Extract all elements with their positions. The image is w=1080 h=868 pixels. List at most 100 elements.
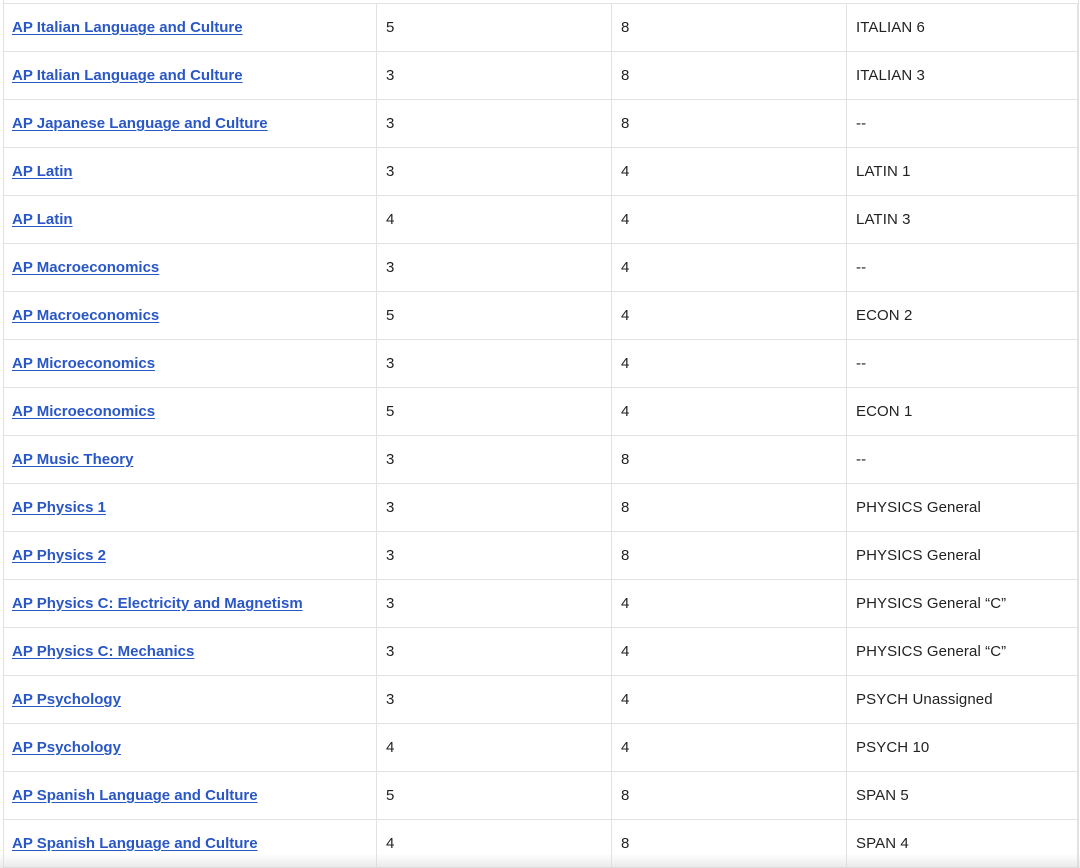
score-value: 3 bbox=[386, 595, 395, 612]
exam-link[interactable]: AP Japanese Language and Culture bbox=[12, 115, 268, 132]
table-row: AP Physics C: Mechanics 3 4 PHYSICS Gene… bbox=[3, 627, 1078, 676]
table-row: AP Microeconomics 3 4 -- bbox=[3, 339, 1078, 388]
exam-link[interactable]: AP Physics C: Mechanics bbox=[12, 643, 194, 660]
equivalent-value: -- bbox=[856, 259, 867, 276]
equivalent-cell: -- bbox=[846, 243, 1078, 292]
equivalent-value: -- bbox=[856, 355, 867, 372]
units-value: 4 bbox=[621, 163, 630, 180]
exam-cell: AP Spanish Language and Culture bbox=[3, 771, 377, 820]
score-cell: 3 bbox=[376, 99, 612, 148]
exam-cell: AP Latin bbox=[3, 195, 377, 244]
exam-cell: AP Latin bbox=[3, 147, 377, 196]
equivalent-cell: PHYSICS General “C” bbox=[846, 627, 1078, 676]
exam-cell: AP Physics C: Mechanics bbox=[3, 627, 377, 676]
exam-cell: AP Physics C: Electricity and Magnetism bbox=[3, 579, 377, 628]
units-cell: 8 bbox=[611, 771, 847, 820]
score-cell: 3 bbox=[376, 435, 612, 484]
exam-link[interactable]: AP Physics 2 bbox=[12, 547, 106, 564]
exam-link[interactable]: AP Microeconomics bbox=[12, 355, 155, 372]
score-cell: 3 bbox=[376, 51, 612, 100]
equivalent-cell: ITALIAN 3 bbox=[846, 51, 1078, 100]
score-value: 3 bbox=[386, 451, 395, 468]
exam-cell: AP Japanese Language and Culture bbox=[3, 99, 377, 148]
units-cell: 4 bbox=[611, 195, 847, 244]
table-row: AP Spanish Language and Culture 5 8 SPAN… bbox=[3, 771, 1078, 820]
units-cell: 4 bbox=[611, 579, 847, 628]
exam-link[interactable]: AP Macroeconomics bbox=[12, 259, 159, 276]
exam-link[interactable]: AP Italian Language and Culture bbox=[12, 19, 243, 36]
exam-link[interactable]: AP Macroeconomics bbox=[12, 307, 159, 324]
exam-link[interactable]: AP Physics C: Electricity and Magnetism bbox=[12, 595, 303, 612]
table-body: AP Italian Language and Culture 5 8 ITAL… bbox=[3, 3, 1078, 868]
equivalent-value: ECON 2 bbox=[856, 307, 913, 324]
units-value: 8 bbox=[621, 499, 630, 516]
exam-link[interactable]: AP Spanish Language and Culture bbox=[12, 787, 258, 804]
equivalent-value: -- bbox=[856, 451, 867, 468]
exam-cell: AP Italian Language and Culture bbox=[3, 51, 377, 100]
units-cell: 4 bbox=[611, 147, 847, 196]
score-cell: 5 bbox=[376, 387, 612, 436]
equivalent-cell: PHYSICS General bbox=[846, 531, 1078, 580]
table-row: AP Spanish Language and Culture 4 8 SPAN… bbox=[3, 819, 1078, 868]
units-value: 8 bbox=[621, 115, 630, 132]
table-row: AP Physics 2 3 8 PHYSICS General bbox=[3, 531, 1078, 580]
equivalent-value: LATIN 1 bbox=[856, 163, 911, 180]
score-value: 3 bbox=[386, 259, 395, 276]
score-cell: 3 bbox=[376, 339, 612, 388]
score-cell: 5 bbox=[376, 291, 612, 340]
exam-cell: AP Spanish Language and Culture bbox=[3, 819, 377, 868]
exam-link[interactable]: AP Spanish Language and Culture bbox=[12, 835, 258, 852]
table-row: AP Psychology 4 4 PSYCH 10 bbox=[3, 723, 1078, 772]
exam-cell: AP Psychology bbox=[3, 723, 377, 772]
units-cell: 8 bbox=[611, 483, 847, 532]
exam-link[interactable]: AP Italian Language and Culture bbox=[12, 67, 243, 84]
table-row: AP Latin 4 4 LATIN 3 bbox=[3, 195, 1078, 244]
exam-cell: AP Microeconomics bbox=[3, 339, 377, 388]
score-cell: 3 bbox=[376, 531, 612, 580]
table-row: AP Microeconomics 5 4 ECON 1 bbox=[3, 387, 1078, 436]
equivalent-value: -- bbox=[856, 115, 867, 132]
exam-link[interactable]: AP Latin bbox=[12, 163, 73, 180]
equivalent-value: LATIN 3 bbox=[856, 211, 911, 228]
score-value: 3 bbox=[386, 163, 395, 180]
units-value: 4 bbox=[621, 355, 630, 372]
exam-link[interactable]: AP Psychology bbox=[12, 739, 121, 756]
equivalent-value: ECON 1 bbox=[856, 403, 913, 420]
exam-link[interactable]: AP Latin bbox=[12, 211, 73, 228]
equivalent-cell: ITALIAN 6 bbox=[846, 3, 1078, 52]
exam-link[interactable]: AP Music Theory bbox=[12, 451, 133, 468]
exam-link[interactable]: AP Microeconomics bbox=[12, 403, 155, 420]
equivalent-value: SPAN 4 bbox=[856, 835, 909, 852]
score-cell: 4 bbox=[376, 819, 612, 868]
units-cell: 8 bbox=[611, 51, 847, 100]
units-cell: 4 bbox=[611, 723, 847, 772]
equivalent-cell: LATIN 1 bbox=[846, 147, 1078, 196]
exam-cell: AP Macroeconomics bbox=[3, 243, 377, 292]
units-cell: 4 bbox=[611, 243, 847, 292]
table-right-border bbox=[1078, 0, 1079, 868]
score-value: 5 bbox=[386, 403, 395, 420]
exam-link[interactable]: AP Psychology bbox=[12, 691, 121, 708]
score-value: 5 bbox=[386, 307, 395, 324]
score-cell: 3 bbox=[376, 147, 612, 196]
units-cell: 4 bbox=[611, 339, 847, 388]
equivalent-value: ITALIAN 6 bbox=[856, 19, 925, 36]
equivalent-cell: PSYCH Unassigned bbox=[846, 675, 1078, 724]
score-value: 3 bbox=[386, 355, 395, 372]
units-cell: 4 bbox=[611, 291, 847, 340]
score-cell: 4 bbox=[376, 195, 612, 244]
equivalent-value: PHYSICS General bbox=[856, 499, 981, 516]
exam-cell: AP Physics 2 bbox=[3, 531, 377, 580]
units-value: 4 bbox=[621, 643, 630, 660]
exam-link[interactable]: AP Physics 1 bbox=[12, 499, 106, 516]
units-value: 8 bbox=[621, 787, 630, 804]
units-cell: 8 bbox=[611, 435, 847, 484]
score-value: 4 bbox=[386, 211, 395, 228]
table-row: AP Latin 3 4 LATIN 1 bbox=[3, 147, 1078, 196]
units-cell: 8 bbox=[611, 99, 847, 148]
exam-cell: AP Physics 1 bbox=[3, 483, 377, 532]
table-row: AP Macroeconomics 5 4 ECON 2 bbox=[3, 291, 1078, 340]
units-value: 4 bbox=[621, 259, 630, 276]
units-cell: 4 bbox=[611, 675, 847, 724]
exam-cell: AP Psychology bbox=[3, 675, 377, 724]
